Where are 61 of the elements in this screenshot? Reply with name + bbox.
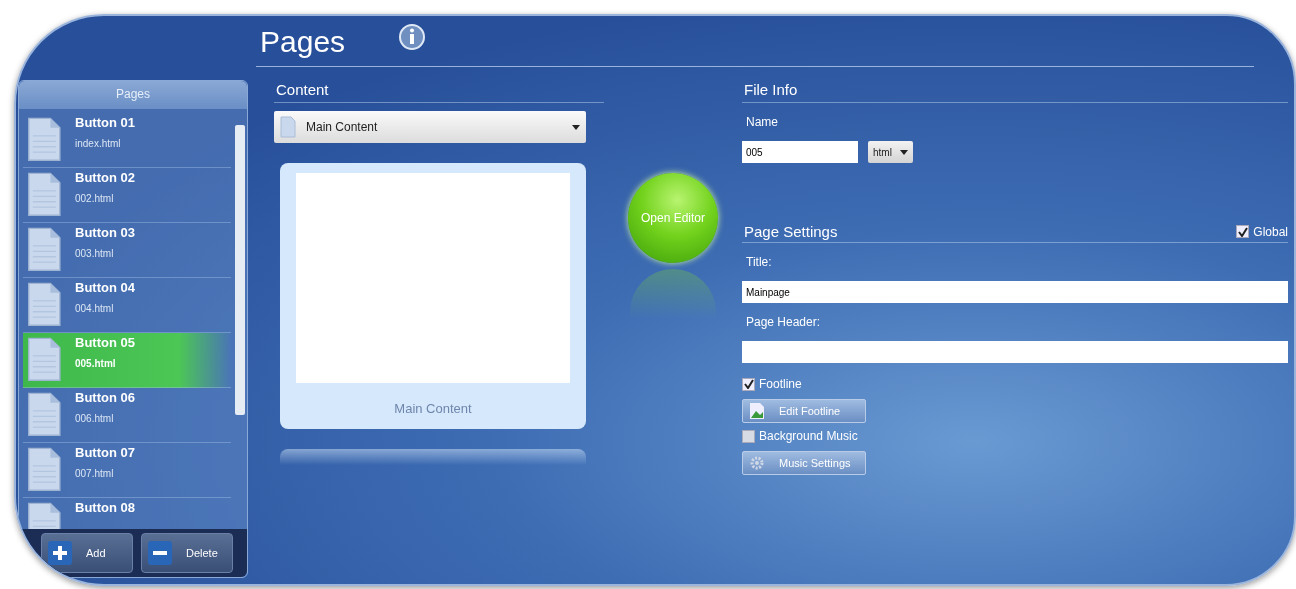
name-field[interactable]: 005: [742, 141, 858, 163]
extension-dropdown[interactable]: html: [868, 141, 913, 163]
document-icon: [27, 172, 63, 218]
checkbox-label[interactable]: Global: [1236, 224, 1288, 239]
preview-caption: Main Content: [393, 401, 473, 416]
document-icon: [27, 227, 63, 273]
checkmark-icon: [743, 379, 754, 389]
page-list-item[interactable]: Button 04 004.html: [23, 278, 231, 333]
page-header-field[interactable]: [742, 341, 1288, 363]
scroll-thumb[interactable]: [235, 125, 245, 415]
sidebar-title: Pages: [19, 81, 247, 109]
delete-button[interactable]: Delete: [141, 533, 233, 573]
document-icon: [27, 447, 63, 493]
page-title: Button 03: [75, 225, 135, 240]
page-title: Button 05: [75, 335, 135, 350]
page-title: Button 02: [75, 170, 135, 185]
checkbox-label[interactable]: Footline: [742, 377, 802, 391]
page-title: Button 01: [75, 115, 135, 130]
page-list-item[interactable]: Button 03 003.html: [23, 223, 231, 278]
document-icon: [27, 337, 63, 383]
document-icon: [27, 282, 63, 328]
plus-icon: [48, 541, 72, 565]
section-heading: Page Settings: [744, 223, 838, 240]
field-label: Name: [745, 115, 778, 129]
page-list-item[interactable]: Button 06 006.html: [23, 388, 231, 443]
caret-icon: [572, 124, 580, 130]
page-filename: index.html: [75, 138, 122, 149]
page-list-item[interactable]: Button 02 002.html: [23, 168, 231, 223]
page-list-item[interactable]: Button 07 007.html: [23, 443, 231, 498]
minus-icon: [148, 541, 172, 565]
section-heading: File Info: [742, 81, 1288, 103]
page-title: Button 08: [75, 500, 135, 515]
document-icon: [27, 392, 63, 438]
page-filename: 004.html: [75, 303, 115, 314]
page-filename: 002.html: [75, 193, 115, 204]
page-list-item[interactable]: Button 01 index.html: [23, 113, 231, 168]
checkbox[interactable]: [742, 377, 755, 391]
page-filename: 006.html: [75, 413, 115, 424]
caret-icon: [899, 149, 908, 155]
document-icon: [280, 116, 296, 138]
picture-icon: [749, 402, 765, 420]
page-title-heading: Pages: [259, 25, 346, 59]
info-icon: [399, 24, 426, 50]
add-button[interactable]: Add: [41, 533, 133, 573]
page-filename: 005.html: [75, 358, 117, 369]
checkbox-label[interactable]: Background Music: [742, 429, 858, 443]
page-title: Button 07: [75, 445, 135, 460]
page-filename: 003.html: [75, 248, 115, 259]
checkbox[interactable]: [1236, 225, 1250, 238]
page-title: Button 06: [75, 390, 135, 405]
document-icon: [27, 117, 63, 163]
field-label: Title:: [745, 255, 772, 269]
title-field[interactable]: Mainpage: [742, 281, 1288, 303]
content-dropdown[interactable]: Main Content: [274, 111, 586, 143]
gear-icon: [749, 455, 765, 471]
page-filename: 007.html: [75, 468, 115, 479]
field-label: Page Header:: [745, 315, 821, 329]
checkbox[interactable]: [742, 429, 755, 443]
checkmark-icon: [1237, 226, 1248, 237]
section-heading: Content: [274, 81, 604, 103]
page-title: Button 04: [75, 280, 135, 295]
